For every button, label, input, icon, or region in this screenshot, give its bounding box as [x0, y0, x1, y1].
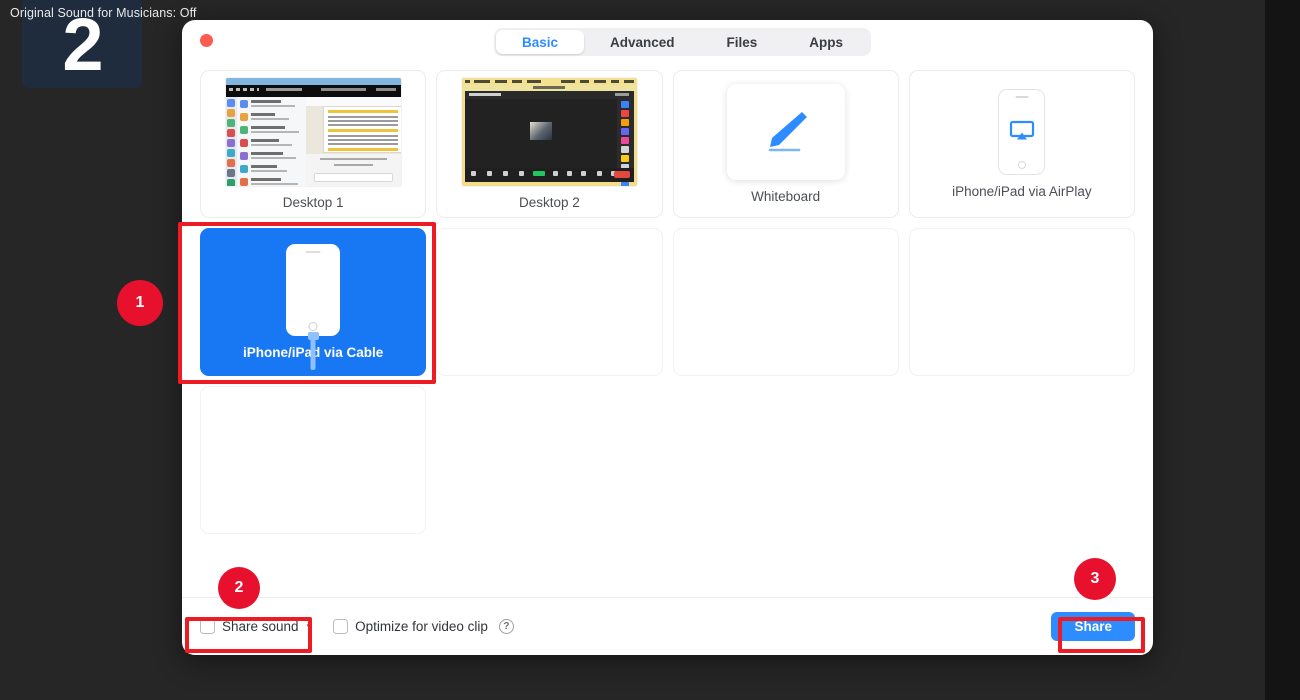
airplay-icon — [1009, 120, 1034, 140]
tab-apps[interactable]: Apps — [783, 30, 869, 54]
share-source-desktop-1[interactable]: Desktop 1 — [200, 70, 427, 218]
share-source-airplay[interactable]: iPhone/iPad via AirPlay — [908, 70, 1135, 218]
share-source-label: iPhone/iPad via AirPlay — [952, 184, 1092, 199]
tab-basic[interactable]: Basic — [495, 30, 584, 54]
tab-apps-label: Apps — [809, 34, 844, 50]
tab-files-label: Files — [726, 34, 758, 50]
optimize-video-checkbox[interactable] — [333, 619, 349, 634]
share-source-tabbar: Basic Advanced Files Apps — [493, 28, 872, 56]
phone-outline-icon — [998, 89, 1046, 175]
share-source-desktop-2[interactable]: Desktop 2 — [436, 70, 663, 218]
annotation-badge-3: 3 — [1074, 558, 1116, 600]
chevron-down-icon[interactable]: ▾ — [307, 621, 312, 632]
share-source-empty-slot — [200, 386, 427, 534]
close-icon[interactable] — [200, 34, 213, 47]
share-source-empty-slot — [672, 228, 899, 376]
share-source-label: Whiteboard — [751, 189, 821, 204]
dialog-footer: Share sound ▾ Optimize for video clip ? … — [182, 597, 1153, 655]
share-source-cable[interactable]: iPhone/iPad via Cable — [200, 228, 427, 376]
share-sound-option[interactable]: Share sound ▾ — [200, 619, 311, 634]
share-source-empty-slot — [436, 228, 663, 376]
share-sources-area: Desktop 1 Desktop 2 Whiteboard iPhone/iP… — [182, 64, 1153, 597]
help-icon[interactable]: ? — [498, 619, 514, 634]
screen-root: Original Sound for Musicians: Off 2 Basi… — [0, 0, 1300, 700]
phone-cable-graphic — [286, 244, 341, 370]
annotation-badge-2: 2 — [218, 567, 260, 609]
share-screen-dialog: Basic Advanced Files Apps Desktop 1 Desk… — [182, 20, 1153, 655]
share-source-label: Desktop 2 — [518, 195, 580, 210]
share-sources-grid: Desktop 1 Desktop 2 Whiteboard iPhone/iP… — [200, 70, 1135, 534]
share-source-empty-slot — [908, 228, 1135, 376]
desktop-1-thumbnail — [225, 78, 401, 186]
desktop-2-thumbnail — [461, 78, 637, 186]
pen-icon — [768, 112, 807, 152]
tab-files[interactable]: Files — [701, 30, 784, 54]
annotation-badge-1: 1 — [117, 280, 163, 326]
whiteboard-card — [726, 84, 845, 180]
share-sound-label: Share sound — [222, 619, 299, 634]
optimize-video-option[interactable]: Optimize for video clip ? — [333, 619, 514, 634]
tab-advanced[interactable]: Advanced — [584, 30, 701, 54]
share-source-label: Desktop 1 — [282, 195, 344, 210]
background-right-edge — [1265, 0, 1300, 700]
tab-basic-label: Basic — [521, 34, 558, 50]
dialog-header: Basic Advanced Files Apps — [182, 20, 1153, 64]
share-sound-checkbox[interactable] — [200, 619, 215, 634]
phone-solid-icon — [286, 244, 341, 336]
original-sound-status-label: Original Sound for Musicians: Off — [10, 6, 197, 20]
share-button[interactable]: Share — [1051, 612, 1135, 641]
optimize-video-label: Optimize for video clip — [355, 619, 488, 634]
tab-advanced-label: Advanced — [609, 34, 675, 50]
cable-icon — [310, 336, 316, 370]
share-source-whiteboard[interactable]: Whiteboard — [672, 70, 899, 218]
